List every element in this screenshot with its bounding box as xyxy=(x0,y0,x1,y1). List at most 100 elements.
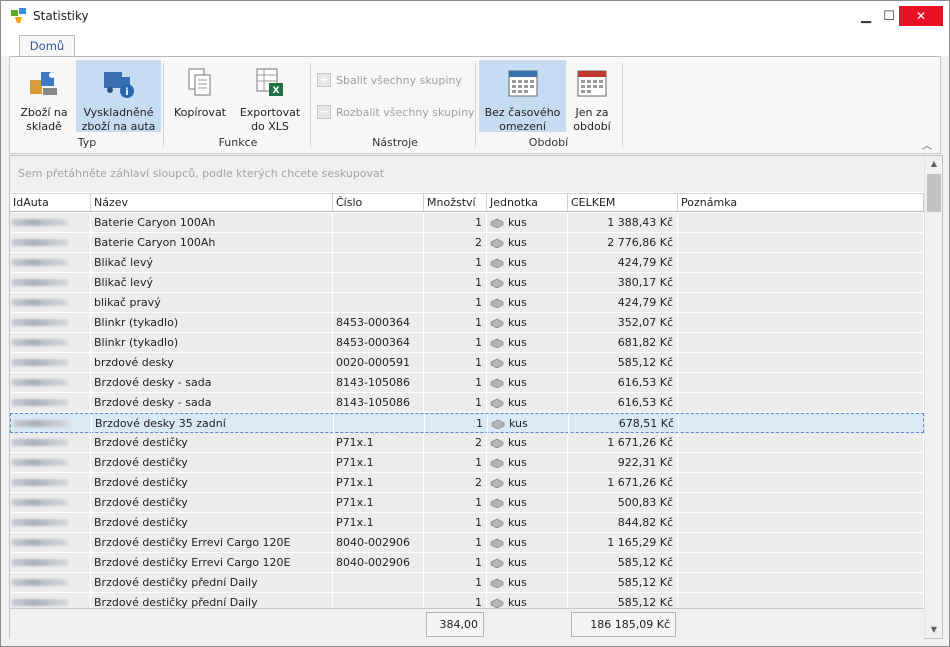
cell-poznamka[interactable] xyxy=(678,553,924,572)
column-header-nazev[interactable]: Název xyxy=(91,194,333,213)
cell-nazev[interactable]: Blinkr (tykadlo) xyxy=(91,313,333,332)
cell-cislo[interactable]: P71x.1 xyxy=(333,473,424,492)
cell-jednotka[interactable]: kus xyxy=(487,493,568,512)
collapse-ribbon-icon[interactable]: ︿ xyxy=(922,137,932,152)
cell-poznamka[interactable] xyxy=(678,433,924,452)
cell-poznamka[interactable] xyxy=(678,453,924,472)
cell-idauta[interactable] xyxy=(10,513,91,532)
cell-mnozstvi[interactable]: 2 xyxy=(424,473,487,492)
cell-jednotka[interactable]: kus xyxy=(487,533,568,552)
cell-mnozstvi[interactable]: 1 xyxy=(424,573,487,592)
cell-poznamka[interactable] xyxy=(678,473,924,492)
cell-mnozstvi[interactable]: 1 xyxy=(424,273,487,292)
cell-celkem[interactable]: 616,53 Kč xyxy=(568,373,678,392)
cell-idauta[interactable] xyxy=(10,253,91,272)
cell-nazev[interactable]: Brzdové desky 35 zadní xyxy=(92,414,334,433)
cell-cislo[interactable] xyxy=(333,593,424,608)
cell-nazev[interactable]: Brzdové destičky xyxy=(91,513,333,532)
table-row[interactable]: Blinkr (tykadlo) 8453-000364 1 kus 352,07 Kč xyxy=(10,313,924,333)
cell-jednotka[interactable]: kus xyxy=(487,293,568,312)
table-row[interactable]: Baterie Caryon 100Ah 1 kus 1 388,43 Kč xyxy=(10,213,924,233)
cell-mnozstvi[interactable]: 1 xyxy=(424,333,487,352)
cell-nazev[interactable]: Brzdové destičky Errevi Cargo 120E xyxy=(91,553,333,572)
cell-cislo[interactable] xyxy=(333,573,424,592)
cell-celkem[interactable]: 585,12 Kč xyxy=(568,553,678,572)
cell-mnozstvi[interactable]: 1 xyxy=(424,553,487,572)
cell-cislo[interactable]: 8040-002906 xyxy=(333,533,424,552)
cell-mnozstvi[interactable]: 2 xyxy=(424,433,487,452)
cell-nazev[interactable]: Baterie Caryon 100Ah xyxy=(91,233,333,252)
cell-idauta[interactable] xyxy=(10,213,91,232)
cell-celkem[interactable]: 352,07 Kč xyxy=(568,313,678,332)
cell-cislo[interactable]: 8453-000364 xyxy=(333,313,424,332)
cell-idauta[interactable] xyxy=(10,573,91,592)
cell-idauta[interactable] xyxy=(11,414,92,433)
cell-celkem[interactable]: 1 671,26 Kč xyxy=(568,433,678,452)
cell-mnozstvi[interactable]: 1 xyxy=(424,453,487,472)
cell-nazev[interactable]: Blikač levý xyxy=(91,253,333,272)
cell-celkem[interactable]: 1 388,43 Kč xyxy=(568,213,678,232)
cell-celkem[interactable]: 678,51 Kč xyxy=(569,414,679,433)
cell-nazev[interactable]: Blinkr (tykadlo) xyxy=(91,333,333,352)
cell-poznamka[interactable] xyxy=(678,373,924,392)
column-header-celkem[interactable]: CELKEM xyxy=(568,194,678,213)
table-row[interactable]: Brzdové desky - sada 8143-105086 1 kus 616,5… xyxy=(10,373,924,393)
table-row[interactable]: Blinkr (tykadlo) 8453-000364 1 kus 681,82 Kč xyxy=(10,333,924,353)
cell-nazev[interactable]: Brzdové destičky xyxy=(91,433,333,452)
cell-cislo[interactable]: P71x.1 xyxy=(333,453,424,472)
scroll-thumb[interactable] xyxy=(927,174,941,212)
cell-jednotka[interactable]: kus xyxy=(487,253,568,272)
cell-jednotka[interactable]: kus xyxy=(487,373,568,392)
cell-jednotka[interactable]: kus xyxy=(487,573,568,592)
cell-jednotka[interactable]: kus xyxy=(487,553,568,572)
cell-poznamka[interactable] xyxy=(679,414,924,433)
cell-jednotka[interactable]: kus xyxy=(487,273,568,292)
cell-poznamka[interactable] xyxy=(678,393,924,412)
cell-celkem[interactable]: 585,12 Kč xyxy=(568,353,678,372)
cell-celkem[interactable]: 585,12 Kč xyxy=(568,593,678,608)
cell-jednotka[interactable]: kus xyxy=(487,333,568,352)
cell-jednotka[interactable]: kus xyxy=(488,414,569,433)
cell-celkem[interactable]: 922,31 Kč xyxy=(568,453,678,472)
cell-nazev[interactable]: Brzdové destičky xyxy=(91,473,333,492)
cell-jednotka[interactable]: kus xyxy=(487,233,568,252)
cell-cislo[interactable] xyxy=(334,414,425,433)
cell-nazev[interactable]: Brzdové destičky Errevi Cargo 120E xyxy=(91,533,333,552)
cell-celkem[interactable]: 424,79 Kč xyxy=(568,293,678,312)
cell-celkem[interactable]: 1 165,29 Kč xyxy=(568,533,678,552)
cell-celkem[interactable]: 500,83 Kč xyxy=(568,493,678,512)
scroll-down-icon[interactable]: ▼ xyxy=(925,622,943,638)
cell-jednotka[interactable]: kus xyxy=(487,593,568,608)
table-row[interactable]: brzdové desky 0020-000591 1 kus 585,12 Kč xyxy=(10,353,924,373)
cell-celkem[interactable]: 380,17 Kč xyxy=(568,273,678,292)
table-row[interactable]: Brzdové destičky přední Daily 1 kus 585,12 … xyxy=(10,573,924,593)
cell-celkem[interactable]: 585,12 Kč xyxy=(568,573,678,592)
cell-celkem[interactable]: 844,82 Kč xyxy=(568,513,678,532)
table-row[interactable]: Baterie Caryon 100Ah 2 kus 2 776,86 Kč xyxy=(10,233,924,253)
cell-idauta[interactable] xyxy=(10,393,91,412)
cell-idauta[interactable] xyxy=(10,233,91,252)
scroll-up-icon[interactable]: ▲ xyxy=(925,156,943,172)
table-row[interactable]: Brzdové destičky přední Daily 1 kus 585,12 … xyxy=(10,593,924,608)
group-panel[interactable]: Sem přetáhněte záhlaví sloupců, podle kt… xyxy=(10,156,924,192)
bez-casoveho-omezeni-button[interactable]: Bez časového omezení xyxy=(479,60,566,133)
exportovat-xls-button[interactable]: X Exportovat do XLS xyxy=(234,60,306,133)
cell-nazev[interactable]: Blikač levý xyxy=(91,273,333,292)
table-row[interactable]: Blikač levý 1 kus 424,79 Kč xyxy=(10,253,924,273)
cell-idauta[interactable] xyxy=(10,293,91,312)
cell-idauta[interactable] xyxy=(10,493,91,512)
cell-cislo[interactable]: 8453-000364 xyxy=(333,333,424,352)
zbozi-na-sklade-button[interactable]: Zboží na skladě xyxy=(13,60,75,133)
cell-cislo[interactable] xyxy=(333,273,424,292)
cell-poznamka[interactable] xyxy=(678,493,924,512)
cell-mnozstvi[interactable]: 2 xyxy=(424,233,487,252)
cell-idauta[interactable] xyxy=(10,473,91,492)
column-header-mnozstvi[interactable]: Množství xyxy=(424,194,487,213)
vertical-scrollbar[interactable]: ▲ ▼ xyxy=(924,156,942,638)
cell-nazev[interactable]: Brzdové destičky xyxy=(91,453,333,472)
table-row[interactable]: Brzdové destičky P71x.1 2 kus 1 671,26 Kč xyxy=(10,473,924,493)
cell-idauta[interactable] xyxy=(10,273,91,292)
cell-cislo[interactable]: 8040-002906 xyxy=(333,553,424,572)
cell-idauta[interactable] xyxy=(10,313,91,332)
cell-jednotka[interactable]: kus xyxy=(487,473,568,492)
